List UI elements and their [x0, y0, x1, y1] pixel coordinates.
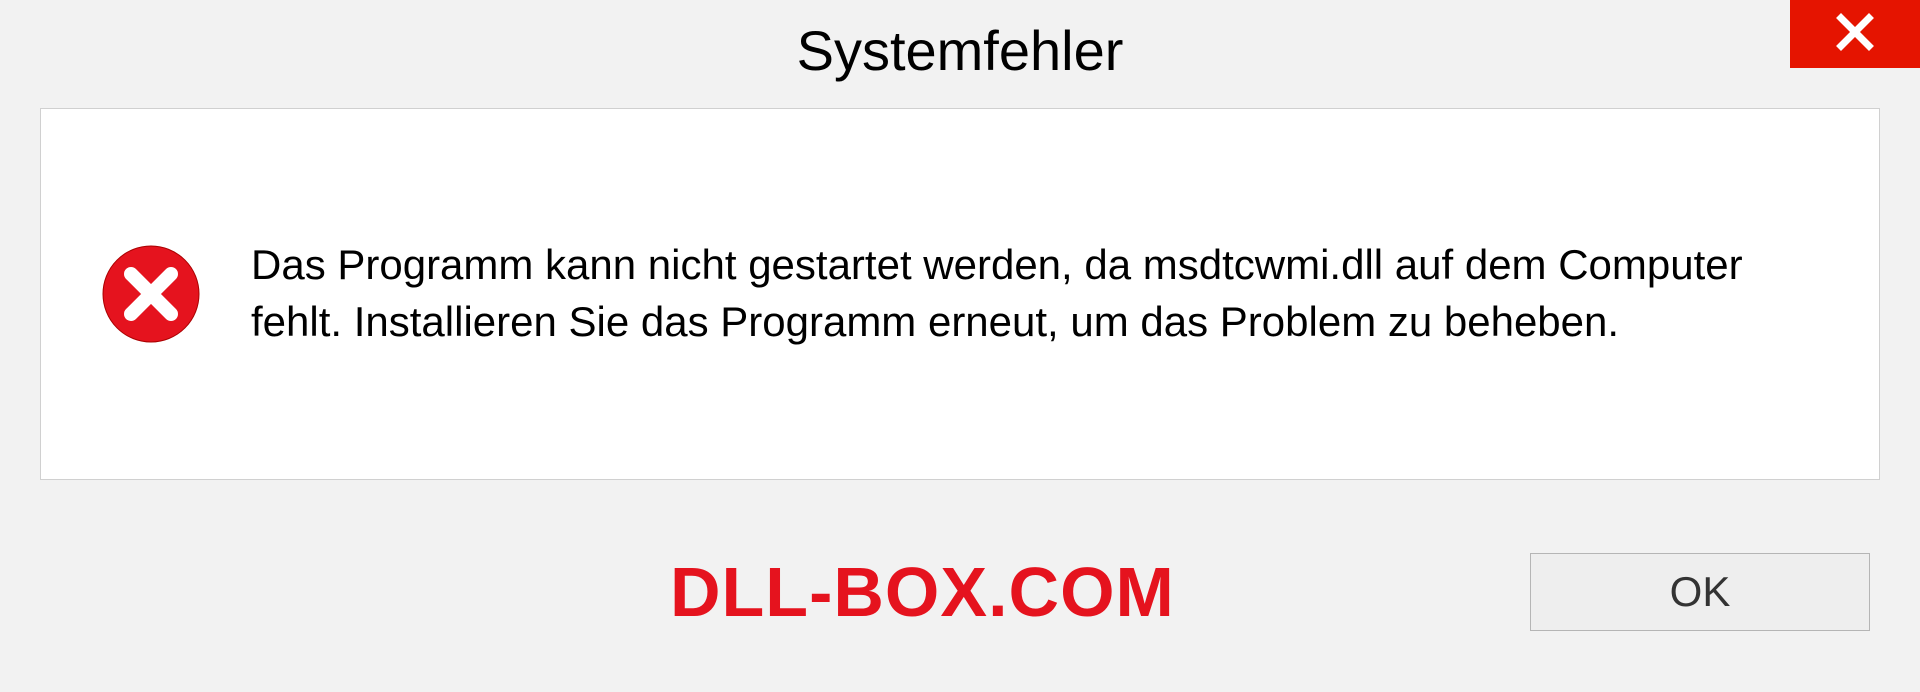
close-button[interactable] — [1790, 0, 1920, 68]
error-icon — [101, 244, 201, 344]
footer: DLL-BOX.COM OK — [0, 512, 1920, 692]
titlebar: Systemfehler — [0, 0, 1920, 100]
content-panel: Das Programm kann nicht gestartet werden… — [40, 108, 1880, 480]
ok-button[interactable]: OK — [1530, 553, 1870, 631]
close-icon — [1835, 12, 1875, 57]
dialog-title: Systemfehler — [797, 18, 1124, 83]
error-dialog: Systemfehler Das Programm kann nicht ges… — [0, 0, 1920, 692]
watermark-text: DLL-BOX.COM — [670, 552, 1175, 632]
error-message: Das Programm kann nicht gestartet werden… — [251, 237, 1819, 350]
